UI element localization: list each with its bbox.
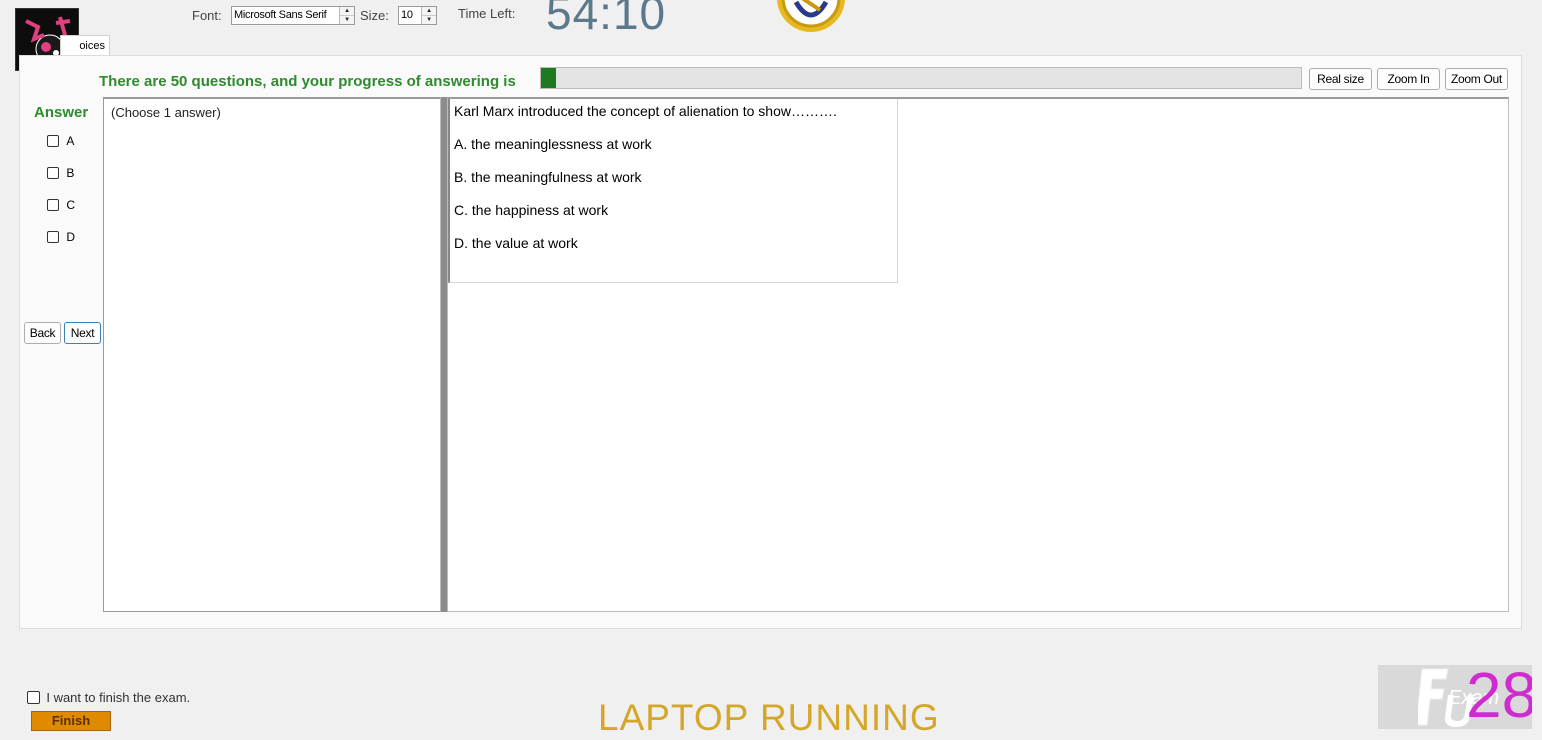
- watermark-number: 28: [1466, 665, 1532, 729]
- back-button[interactable]: Back: [24, 322, 61, 344]
- font-spinner[interactable]: ▲ ▼: [339, 7, 354, 24]
- size-selector[interactable]: 10 ▲ ▼: [398, 6, 437, 25]
- time-left-label: Time Left:: [458, 6, 516, 21]
- font-selector[interactable]: Microsoft Sans Serif ▲ ▼: [231, 6, 355, 25]
- progress-bar: [540, 67, 1302, 89]
- checkbox-c[interactable]: [47, 198, 59, 211]
- option-c-label: C: [66, 197, 76, 212]
- spinner-down-icon[interactable]: ▼: [422, 16, 436, 24]
- panel-splitter[interactable]: [440, 97, 447, 612]
- choice-a-text: A. the meaninglessness at work: [454, 136, 652, 152]
- choice-b-text: B. the meaningfulness at work: [454, 169, 642, 185]
- finish-checkbox-label: I want to finish the exam.: [46, 690, 191, 706]
- option-a-label: A: [66, 133, 75, 148]
- answer-heading: Answer: [34, 104, 89, 121]
- finish-button[interactable]: Finish: [31, 711, 111, 731]
- option-c[interactable]: C: [47, 197, 75, 212]
- option-b[interactable]: B: [47, 165, 74, 180]
- watermark: Exam 28: [1378, 665, 1532, 729]
- tab-choices[interactable]: oices: [60, 35, 110, 55]
- time-left-value: 54:10: [546, 0, 667, 39]
- question-text: Karl Marx introduced the concept of alie…: [454, 103, 837, 119]
- checkbox-b[interactable]: [47, 166, 59, 179]
- tab-label: oices: [79, 40, 105, 52]
- spinner-up-icon[interactable]: ▲: [340, 7, 354, 16]
- checkbox-d[interactable]: [47, 230, 59, 243]
- option-d-label: D: [66, 229, 76, 244]
- option-d[interactable]: D: [47, 229, 75, 244]
- option-a[interactable]: A: [47, 133, 74, 148]
- finish-checkbox[interactable]: [27, 691, 40, 705]
- font-label: Font:: [192, 8, 222, 23]
- spinner-up-icon[interactable]: ▲: [422, 7, 436, 16]
- finish-confirm[interactable]: I want to finish the exam.: [27, 690, 190, 705]
- next-button[interactable]: Next: [64, 322, 101, 344]
- crest-logo: [772, 0, 850, 32]
- question-panel: Karl Marx introduced the concept of alie…: [447, 97, 1509, 612]
- option-b-label: B: [66, 165, 75, 180]
- progress-fill: [541, 68, 557, 88]
- choice-d-text: D. the value at work: [454, 235, 578, 251]
- choice-c-text: C. the happiness at work: [454, 202, 609, 218]
- size-label: Size:: [360, 8, 389, 23]
- size-value: 10: [401, 9, 413, 21]
- real-size-button[interactable]: Real size: [1309, 68, 1372, 90]
- progress-text: There are 50 questions, and your progres…: [99, 73, 516, 90]
- instruction-text: (Choose 1 answer): [111, 105, 221, 120]
- font-value: Microsoft Sans Serif: [234, 9, 327, 21]
- laptop-running-banner: LAPTOP RUNNING: [598, 697, 940, 738]
- spinner-down-icon[interactable]: ▼: [340, 16, 354, 24]
- instruction-panel: (Choose 1 answer): [103, 97, 441, 612]
- zoom-in-button[interactable]: Zoom In: [1377, 68, 1440, 90]
- size-spinner[interactable]: ▲ ▼: [421, 7, 436, 24]
- checkbox-a[interactable]: [47, 134, 59, 147]
- question-card: Karl Marx introduced the concept of alie…: [448, 99, 898, 283]
- zoom-out-button[interactable]: Zoom Out: [1445, 68, 1508, 90]
